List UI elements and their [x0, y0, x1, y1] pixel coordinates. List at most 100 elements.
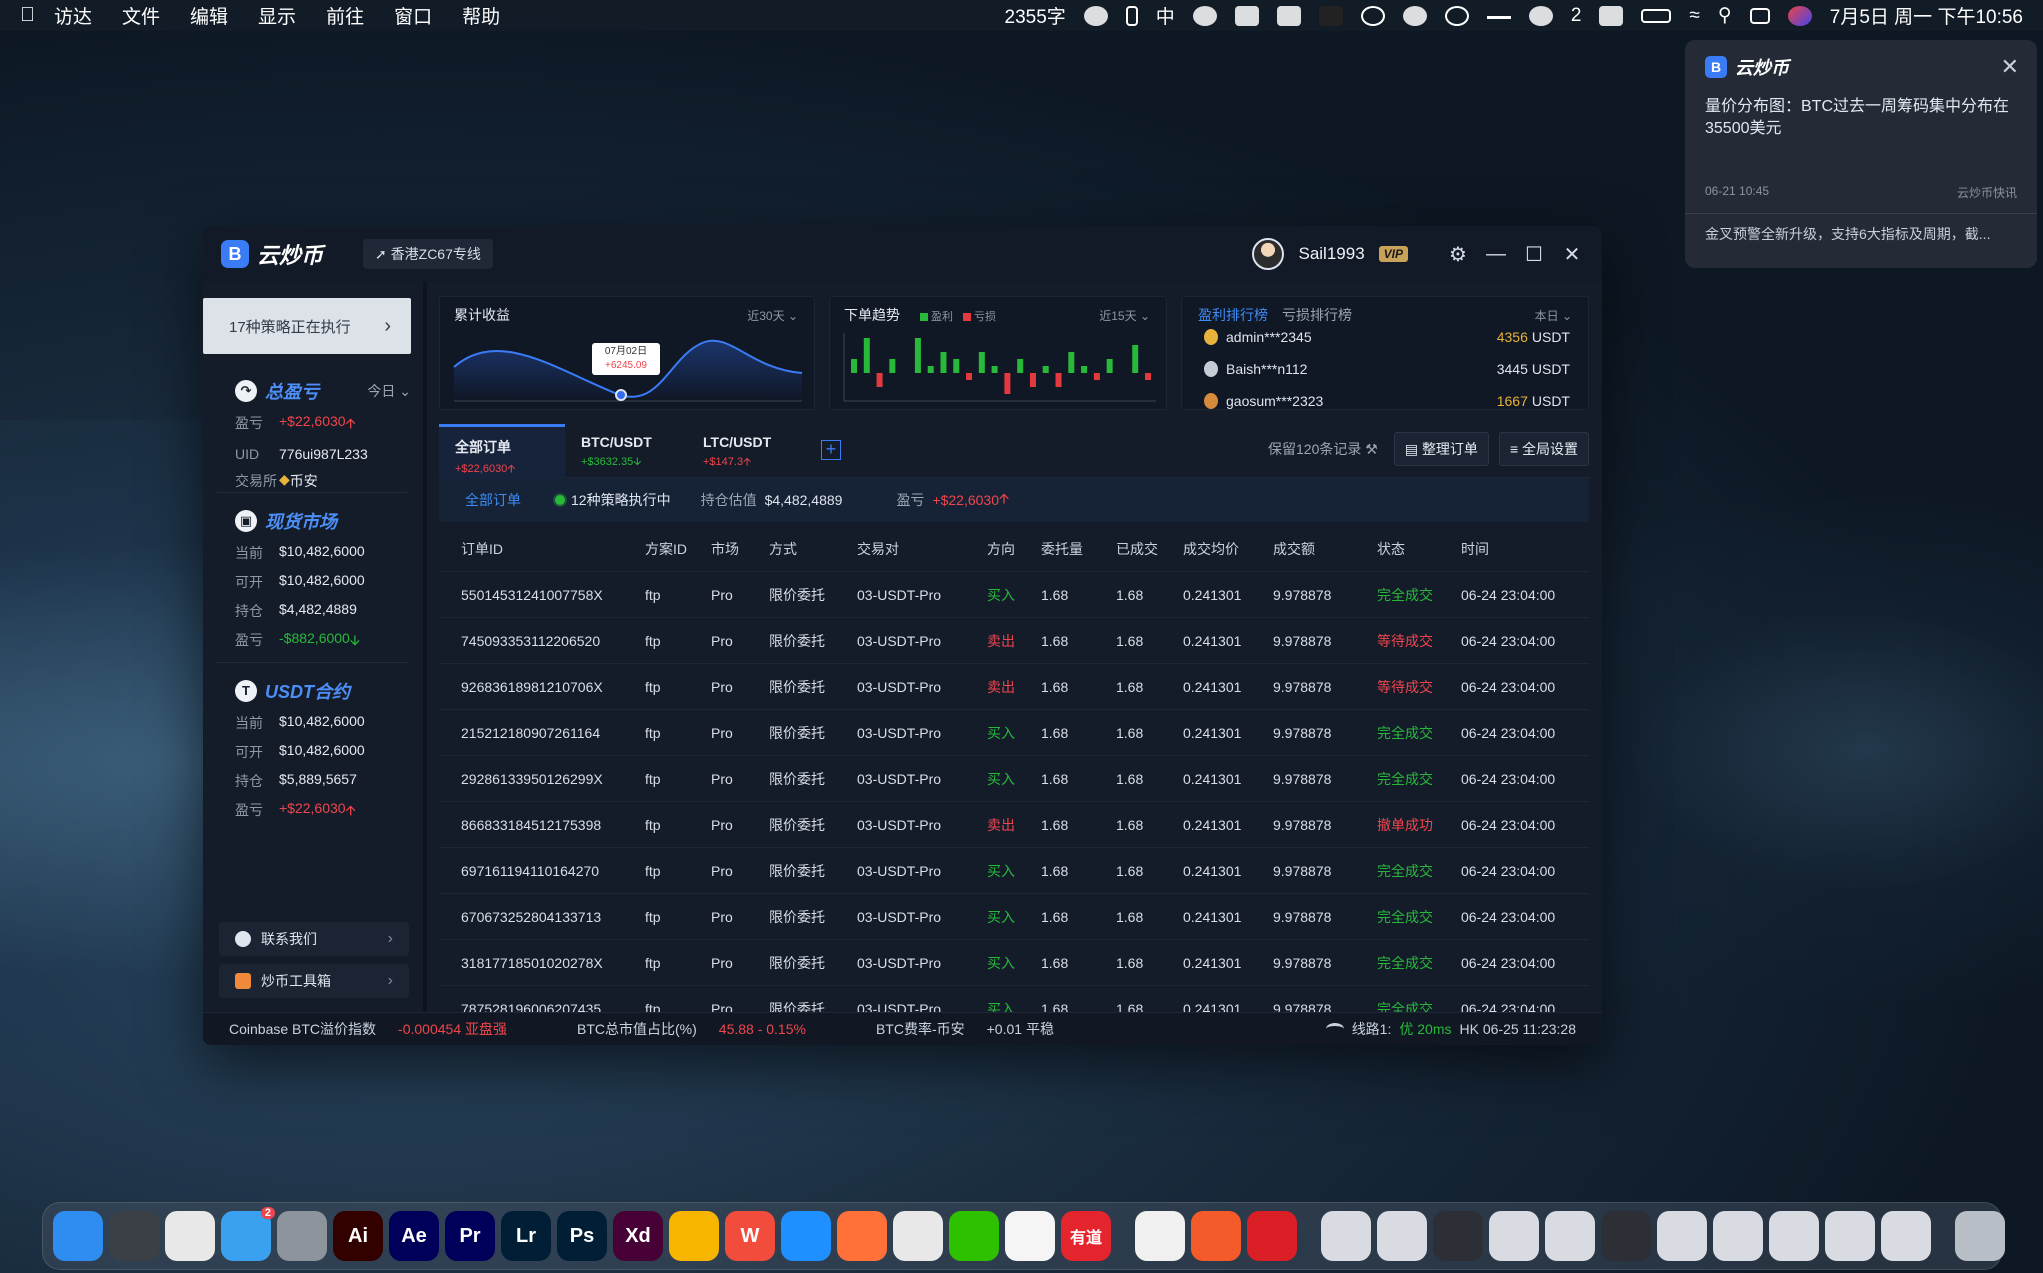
dock-xd-icon[interactable]: Xd [613, 1211, 663, 1261]
menu-finder[interactable]: 访达 [54, 2, 92, 29]
siri-icon[interactable] [1787, 5, 1812, 26]
dock-trash-icon[interactable] [1955, 1211, 2005, 1261]
keep-records[interactable]: 保留120条记录 ⚒ [1268, 439, 1378, 459]
wifi-icon[interactable]: ≈ [1689, 5, 1699, 27]
dock-window-5-icon[interactable] [1545, 1211, 1595, 1261]
dock-window-9-icon[interactable] [1769, 1211, 1819, 1261]
dock-window-3-icon[interactable] [1433, 1211, 1483, 1261]
table-row[interactable]: 866833184512175398 ftp Pro 限价委托 03-USDT-Pro 卖… [439, 802, 1589, 848]
table-row[interactable]: 29286133950126299X ftp Pro 限价委托 03-USDT-Pro 买… [439, 756, 1589, 802]
dock-after-effects-icon[interactable]: Ae [389, 1211, 439, 1261]
dock-launchpad-icon[interactable] [165, 1211, 215, 1261]
dock-slides-app-icon[interactable] [1191, 1211, 1241, 1261]
dock-photoshop-icon[interactable]: Ps [557, 1211, 607, 1261]
dock-illustrator-icon[interactable]: Ai [333, 1211, 383, 1261]
minimize-button[interactable]: — [1484, 243, 1508, 266]
line-label[interactable]: 线路1: [1352, 1019, 1392, 1039]
table-row[interactable]: 670673252804133713 ftp Pro 限价委托 03-USDT-Pro 买… [439, 894, 1589, 940]
input-method[interactable]: 中 [1156, 2, 1175, 29]
col-method[interactable]: 方式 [769, 539, 797, 559]
col-direction[interactable]: 方向 [987, 539, 1015, 559]
battery-icon[interactable] [1641, 8, 1672, 23]
strategy-running-card[interactable]: 17种策略正在执行 › [203, 298, 411, 354]
wechat-status-icon[interactable] [1234, 5, 1259, 26]
arrow-status-icon[interactable] [1528, 5, 1553, 26]
close-button[interactable]: ✕ [1560, 242, 1584, 267]
control-center-icon[interactable] [1749, 7, 1770, 24]
table-row[interactable]: 697161194110164270 ftp Pro 限价委托 03-USDT-Pro 买… [439, 848, 1589, 894]
dock-sketch-icon[interactable] [669, 1211, 719, 1261]
table-row[interactable]: 92683618981210706X ftp Pro 限价委托 03-USDT-Pro 卖… [439, 664, 1589, 710]
tab-loss-ranking[interactable]: 亏损排行榜 [1282, 305, 1352, 325]
col-turnover[interactable]: 成交额 [1273, 539, 1315, 559]
menu-help[interactable]: 帮助 [462, 2, 500, 29]
dock-system-prefs-icon[interactable] [277, 1211, 327, 1261]
ranking-period-dropdown[interactable]: 本日 ⌄ [1535, 307, 1572, 324]
ranking-row[interactable]: Baish***n112 3445 USDT [1204, 361, 1570, 377]
panda-status-icon[interactable] [1402, 5, 1427, 26]
username[interactable]: Sail1993 [1298, 244, 1364, 264]
menu-file[interactable]: 文件 [122, 2, 160, 29]
spotlight-search-icon[interactable]: ⚲ [1718, 4, 1732, 27]
dock-panda-icon[interactable] [1005, 1211, 1055, 1261]
search-doc-icon[interactable] [1444, 5, 1469, 26]
line-selector[interactable]: ➚ 香港ZC67专线 [363, 239, 493, 269]
filter-all-orders[interactable]: 全部订单 [465, 490, 521, 510]
contact-us-link[interactable]: 联系我们 › [219, 922, 409, 956]
tab-ltc-usdt[interactable]: LTC/USDT +$147.3🡩 [687, 424, 809, 478]
tab-btc-usdt[interactable]: BTC/USDT +$3632.35🡫 [565, 424, 687, 478]
microphone-icon[interactable] [1125, 5, 1138, 26]
dock-wechat-icon[interactable] [949, 1211, 999, 1261]
menu-edit[interactable]: 编辑 [190, 2, 228, 29]
menu-view[interactable]: 显示 [258, 2, 296, 29]
dock-firefox-icon[interactable] [837, 1211, 887, 1261]
dock-window-8-icon[interactable] [1713, 1211, 1763, 1261]
table-row[interactable]: 745093353112206520 ftp Pro 限价委托 03-USDT-Pro 卖… [439, 618, 1589, 664]
wps-status-icon[interactable] [1276, 5, 1301, 26]
dock-window-1-icon[interactable] [1321, 1211, 1371, 1261]
dock-window-2-icon[interactable] [1377, 1211, 1427, 1261]
col-filled[interactable]: 已成交 [1116, 539, 1158, 559]
col-avg-price[interactable]: 成交均价 [1183, 539, 1239, 559]
s-app-icon[interactable] [1599, 5, 1624, 26]
col-status[interactable]: 状态 [1377, 539, 1405, 559]
dock-window-4-icon[interactable] [1489, 1211, 1539, 1261]
menu-go[interactable]: 前往 [326, 2, 364, 29]
notification-card[interactable]: B 云炒币 ✕ 量价分布图：BTC过去一周筹码集中分布在35500美元 06-2… [1685, 40, 2037, 268]
notification-close-button[interactable]: ✕ [2001, 54, 2019, 80]
ranking-row[interactable]: gaosum***2323 1667 USDT [1204, 393, 1570, 409]
col-time[interactable]: 时间 [1461, 539, 1489, 559]
col-order-amount[interactable]: 委托量 [1041, 539, 1083, 559]
dock-safari-icon[interactable] [781, 1211, 831, 1261]
word-count[interactable]: 2355字 [1005, 2, 1066, 29]
ranking-row[interactable]: admin***2345 4356 USDT [1204, 329, 1570, 345]
dock-paper-plane-icon[interactable]: 2 [221, 1207, 275, 1261]
dock-pen-app-icon[interactable] [1135, 1211, 1185, 1261]
menu-window[interactable]: 窗口 [394, 2, 432, 29]
period-dropdown[interactable]: 今日 ⌄ [367, 381, 411, 401]
organize-orders-button[interactable]: ▤ 整理订单 [1393, 432, 1489, 466]
user-avatar[interactable] [1252, 238, 1285, 270]
dock-window-11-icon[interactable] [1881, 1211, 1931, 1261]
table-row[interactable]: 55014531241007758X ftp Pro 限价委托 03-USDT-Pro 买… [439, 572, 1589, 618]
dock-window-10-icon[interactable] [1825, 1211, 1875, 1261]
dock-window-6-icon[interactable] [1601, 1211, 1651, 1261]
add-tab-button[interactable]: + [821, 440, 841, 460]
dock-finder-icon[interactable] [53, 1211, 103, 1261]
dock-window-7-icon[interactable] [1657, 1211, 1707, 1261]
maximize-button[interactable]: ☐ [1522, 242, 1546, 267]
notification-more[interactable]: 金叉预警全新升级，支持6大指标及周期，截... [1705, 224, 2017, 244]
toolbox-link[interactable]: 炒币工具箱 › [219, 964, 409, 998]
table-row[interactable]: 215212180907261164 ftp Pro 限价委托 03-USDT-Pro 买… [439, 710, 1589, 756]
dock-chrome-icon[interactable] [893, 1211, 943, 1261]
cloud-icon[interactable] [1360, 5, 1385, 26]
pen-status-icon[interactable] [1486, 13, 1511, 19]
tab-all-orders[interactable]: 全部订单 +$22,6030🡩 [439, 424, 565, 478]
cumulative-point[interactable] [615, 389, 627, 401]
emoji-icon[interactable] [1083, 5, 1108, 26]
dock-premiere-icon[interactable]: Pr [445, 1211, 495, 1261]
table-row[interactable]: 31817718501020278X ftp Pro 限价委托 03-USDT-Pro 买… [439, 940, 1589, 986]
settings-gear-icon[interactable]: ⚙ [1446, 242, 1470, 267]
dock-youdao-icon[interactable]: 有道 [1061, 1211, 1111, 1261]
col-pair[interactable]: 交易对 [857, 539, 899, 559]
